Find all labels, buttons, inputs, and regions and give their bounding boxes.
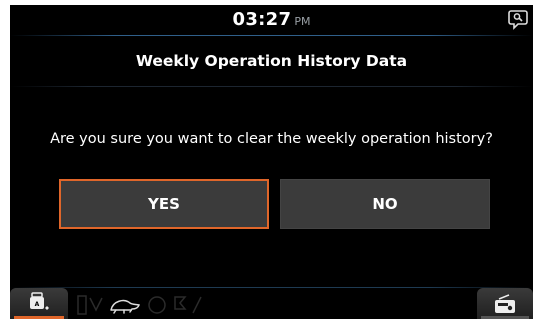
bottom-bar: A (10, 288, 533, 319)
eco-drive-auto-icon: A (30, 292, 49, 310)
svg-text:A: A (35, 301, 40, 308)
title-divider (10, 86, 533, 87)
no-button[interactable]: NO (280, 179, 490, 229)
clock: 03:27 PM (10, 9, 533, 30)
no-button-label: NO (372, 195, 398, 213)
active-tab-indicator (14, 316, 64, 319)
confirmation-message: Are you sure you want to clear the weekl… (50, 131, 493, 147)
clock-ampm: PM (294, 15, 311, 28)
voice-recognition-icon[interactable] (507, 8, 529, 30)
radio-audio-icon (495, 294, 515, 313)
eco-turtle-icon[interactable] (108, 295, 142, 315)
eco-faded-icons-2 (148, 296, 202, 314)
audio-tab[interactable] (477, 288, 533, 319)
eco-auto-tab[interactable]: A (10, 288, 68, 319)
tab-indicator (481, 316, 529, 319)
yes-button-label: YES (148, 195, 180, 213)
dialog-title: Weekly Operation History Data (135, 52, 408, 70)
yes-button[interactable]: YES (59, 179, 269, 229)
top-divider (10, 35, 533, 36)
head-unit-screen: 03:27 PM Weekly Operation History Data Ar… (10, 5, 533, 319)
clock-time: 03:27 (232, 9, 292, 30)
status-bar: 03:27 PM (10, 5, 533, 35)
